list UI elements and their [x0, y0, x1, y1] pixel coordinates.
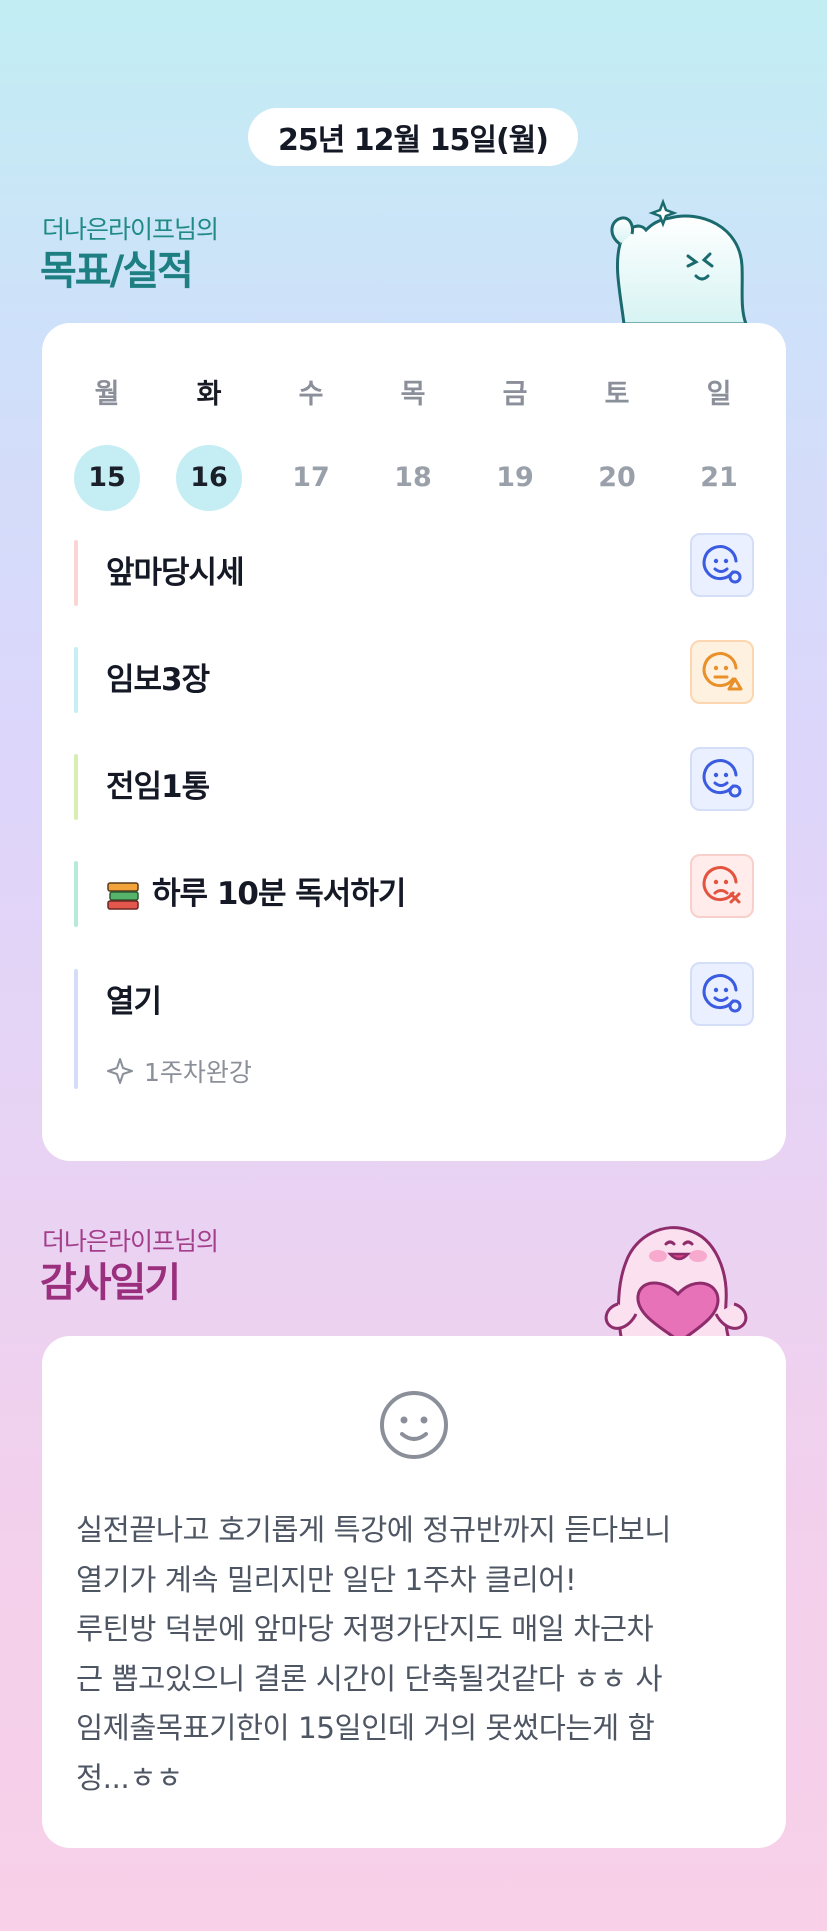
day-of-week: 월	[94, 379, 120, 410]
diary-text: 실전끝나고 호기롭게 특강에 정규반까지 듣다보니 열기가 계속 밀리지만 일단…	[76, 1513, 671, 1795]
ghost-mascot-icon	[610, 198, 748, 324]
diary-card: 실전끝나고 호기롭게 특강에 정규반까지 듣다보니 열기가 계속 밀리지만 일단…	[42, 1336, 786, 1848]
day-of-week: 수	[298, 379, 324, 410]
smile-check-icon[interactable]	[690, 533, 754, 597]
day-cell[interactable]: 금 19	[480, 375, 550, 511]
day-of-week: 목	[400, 379, 426, 410]
day-of-week: 토	[604, 379, 630, 410]
week-strip: 월 15 화 16 수 17 목 18 금 19 토 20 일 21	[72, 375, 792, 511]
goal-label-text: 하루 10분 독서하기	[152, 876, 406, 912]
goal-label: 임보3장	[106, 662, 210, 698]
heart-mascot-icon	[604, 1226, 748, 1342]
goals-title: 목표/실적	[40, 248, 194, 294]
day-number: 20	[598, 462, 636, 493]
day-cell[interactable]: 일 21	[684, 375, 754, 511]
day-cell[interactable]: 월 15	[72, 375, 142, 511]
day-of-week: 금	[502, 379, 528, 410]
sparkle-icon	[107, 1058, 133, 1084]
day-cell[interactable]: 토 20	[582, 375, 652, 511]
goals-card: 월 15 화 16 수 17 목 18 금 19 토 20 일 21 앞마당시세 임보3장 전임1통 하루…	[42, 323, 786, 1161]
goal-color-bar	[74, 861, 78, 927]
smile-check-icon[interactable]	[690, 747, 754, 811]
smile-triangle-icon[interactable]	[690, 640, 754, 704]
day-number: 15	[74, 445, 140, 511]
goal-label: 앞마당시세	[106, 555, 245, 591]
smile-check-icon[interactable]	[690, 962, 754, 1026]
date-pill[interactable]: 25년 12월 15일(월)	[248, 108, 578, 166]
goal-label: 전임1통	[106, 769, 210, 805]
goal-color-bar	[74, 754, 78, 820]
day-number: 21	[700, 462, 738, 493]
day-number: 19	[496, 462, 534, 493]
sad-x-icon[interactable]	[690, 854, 754, 918]
day-number: 17	[292, 462, 330, 493]
goal-note: 1주차완강	[106, 1053, 252, 1089]
diary-title: 감사일기	[40, 1260, 181, 1306]
day-of-week: 일	[706, 379, 732, 410]
day-cell[interactable]: 수 17	[276, 375, 346, 511]
day-cell[interactable]: 화 16	[174, 375, 244, 511]
day-number: 18	[394, 462, 432, 493]
books-icon	[107, 881, 139, 910]
goal-color-bar	[74, 540, 78, 606]
day-cell[interactable]: 목 18	[378, 375, 448, 511]
goal-note-text: 1주차완강	[144, 1058, 252, 1087]
day-of-week: 화	[196, 379, 222, 410]
smile-face-icon	[380, 1391, 448, 1459]
goal-color-bar	[74, 969, 78, 1089]
goal-color-bar	[74, 647, 78, 713]
goal-label: 하루 10분 독서하기	[106, 861, 406, 927]
day-number: 16	[176, 445, 242, 511]
goal-label: 열기	[106, 984, 162, 1020]
